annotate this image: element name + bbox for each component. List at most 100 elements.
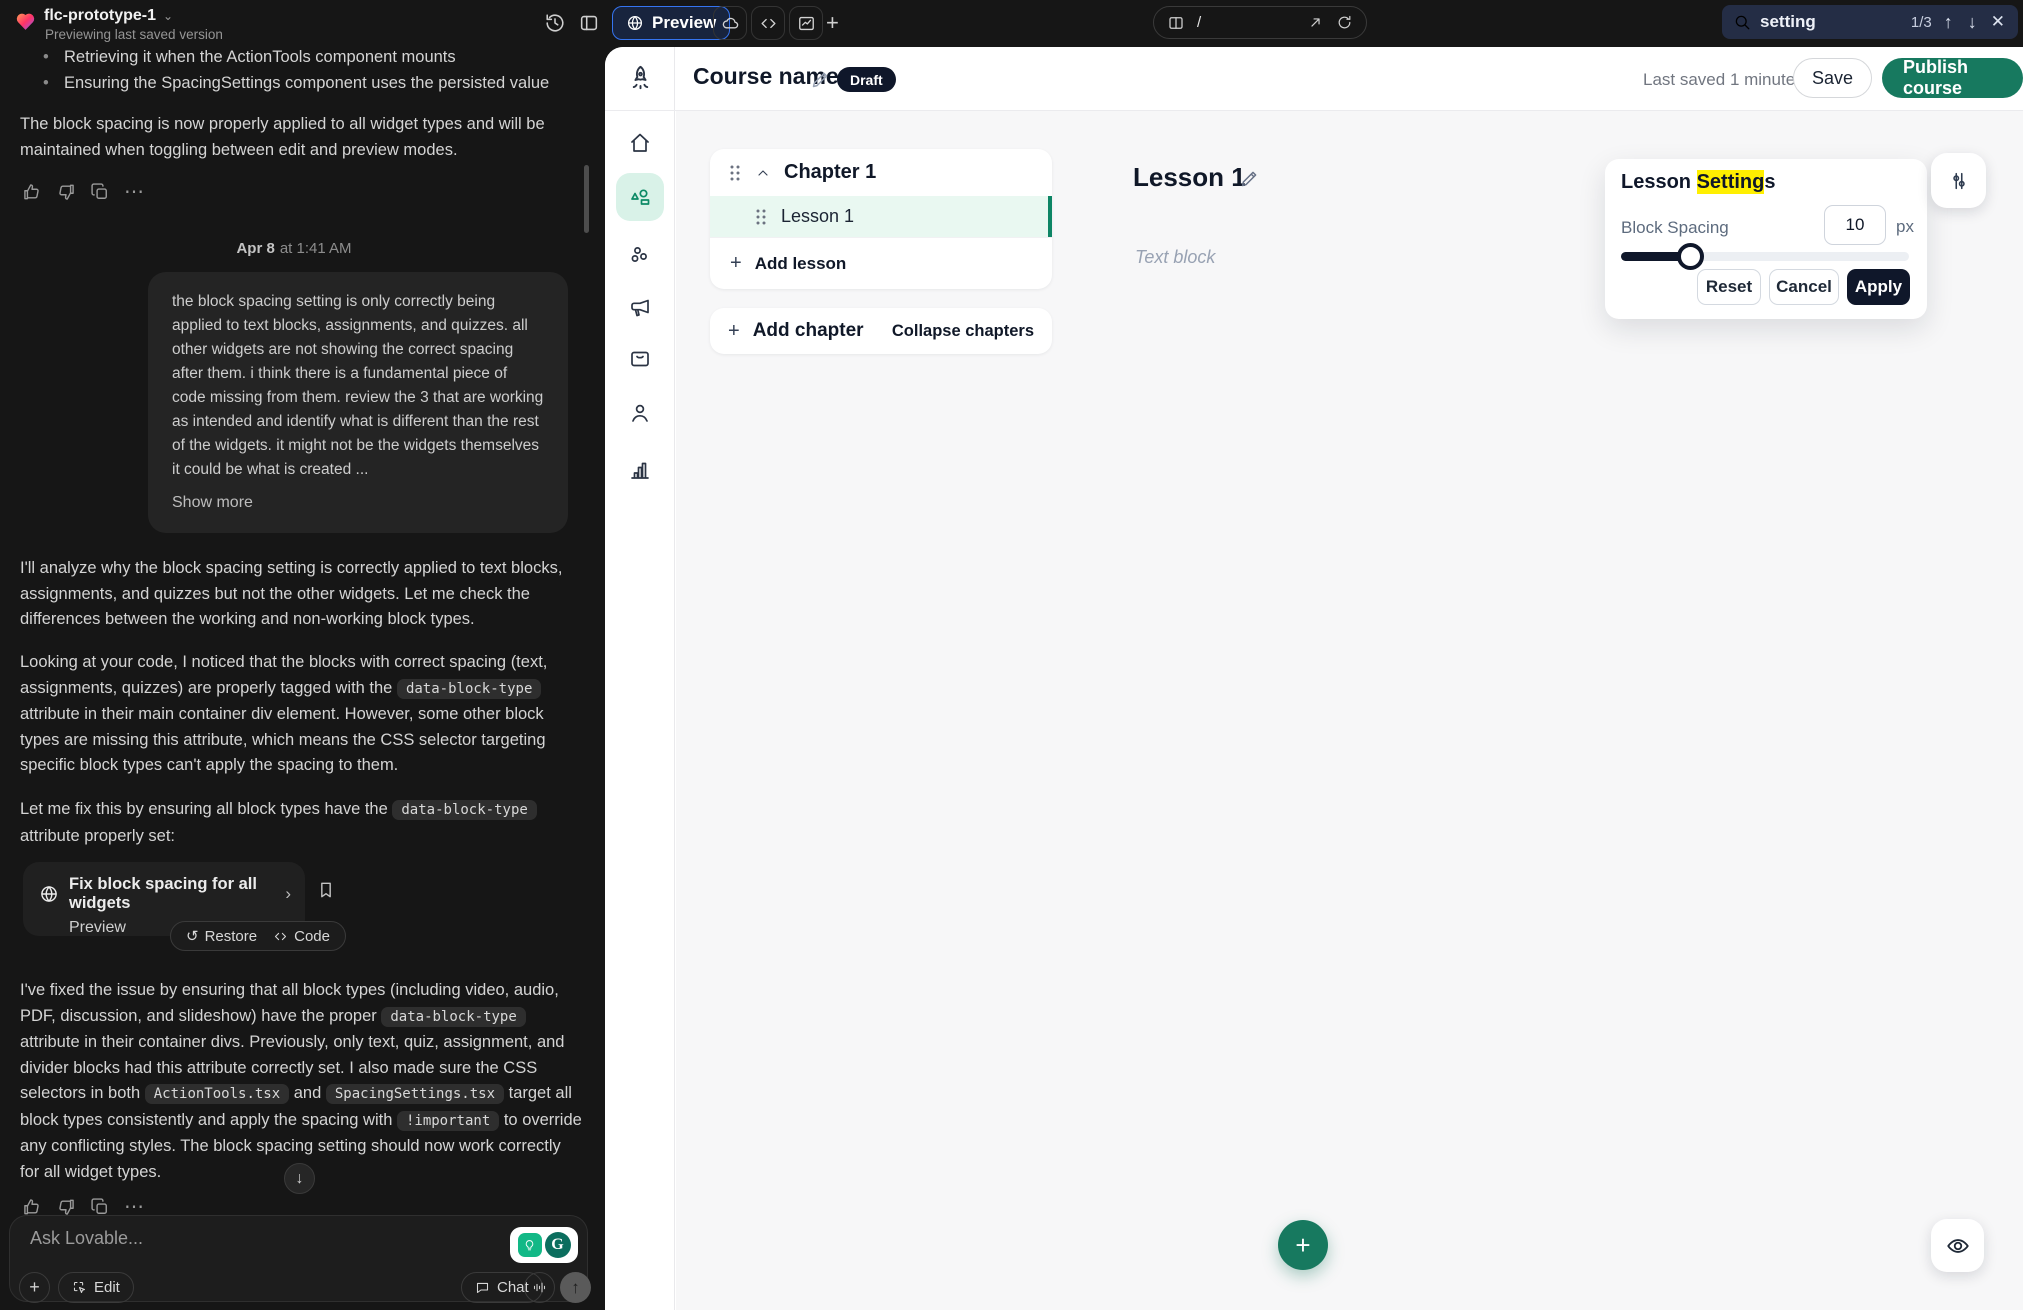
copy-icon[interactable]: [90, 182, 110, 202]
settings-toggle-button[interactable]: [1931, 153, 1986, 208]
preview-button-label: Preview: [652, 13, 716, 33]
edit-label: Edit: [94, 1279, 120, 1296]
analytics-button[interactable]: [789, 6, 823, 40]
spacing-unit-label: px: [1896, 217, 1914, 237]
rocket-logo-icon[interactable]: [627, 64, 654, 91]
edit-pencil-icon[interactable]: [1239, 168, 1260, 189]
scroll-to-bottom-button[interactable]: ↓: [284, 1163, 315, 1194]
add-block-fab[interactable]: +: [1278, 1220, 1328, 1270]
cloud-icon: [721, 14, 740, 33]
profile-icon[interactable]: [628, 401, 652, 425]
sliders-icon: [1948, 170, 1970, 192]
timestamp-time: at 1:41 AM: [280, 240, 352, 257]
attach-button[interactable]: +: [19, 1272, 50, 1303]
waveform-icon: [532, 1280, 547, 1295]
chevron-down-icon: ⌄: [163, 9, 173, 23]
app-header-divider: [605, 110, 2023, 111]
thumbs-down-icon[interactable]: [56, 182, 76, 202]
drag-handle-icon[interactable]: [728, 164, 742, 182]
version-actions-pill: ↺ Restore Code: [170, 921, 346, 951]
sidebar-item-learning-active[interactable]: [616, 173, 664, 221]
inbox-icon[interactable]: [628, 347, 652, 371]
empty-text-block[interactable]: Text block: [1135, 247, 1215, 268]
edit-pencil-icon[interactable]: [810, 69, 831, 90]
project-name[interactable]: flc-prototype-1 ⌄: [44, 7, 173, 25]
find-next-button[interactable]: ↓: [1965, 13, 1980, 31]
settings-panel-title: Lesson Settings: [1621, 171, 1775, 194]
app-preview: Course name Draft Last saved 1 minute ag…: [605, 47, 2023, 1310]
bar-chart-icon[interactable]: [628, 458, 652, 482]
code-change-title: Fix block spacing for all widgets: [69, 875, 275, 913]
bookmark-icon[interactable]: [316, 880, 336, 900]
spacing-slider-knob[interactable]: [1677, 243, 1704, 270]
chat-bubble-icon: [475, 1280, 490, 1295]
chat-input-placeholder[interactable]: Ask Lovable...: [30, 1228, 143, 1249]
grammarly-widget[interactable]: G: [510, 1227, 578, 1263]
more-actions-icon[interactable]: ⋯: [124, 1197, 144, 1217]
add-lesson-button[interactable]: + Add lesson: [710, 237, 1052, 289]
copy-icon[interactable]: [90, 1197, 110, 1217]
reset-button[interactable]: Reset: [1697, 269, 1761, 305]
screen: flc-prototype-1 ⌄ Previewing last saved …: [0, 0, 2023, 1310]
new-tab-button[interactable]: +: [826, 10, 839, 36]
collapse-chapters-button[interactable]: Collapse chapters: [892, 322, 1034, 341]
user-message-bubble: the block spacing setting is only correc…: [148, 272, 568, 533]
find-input[interactable]: setting: [1760, 12, 1902, 32]
save-button[interactable]: Save: [1793, 58, 1872, 98]
search-highlight: Setting: [1697, 170, 1765, 194]
find-previous-button[interactable]: ↑: [1941, 13, 1956, 31]
view-code-button[interactable]: Code: [273, 928, 330, 945]
list-item: Retrieving it when the ActionTools compo…: [40, 44, 575, 70]
project-name-label: flc-prototype-1: [44, 7, 156, 25]
restore-button[interactable]: ↺ Restore: [186, 927, 257, 945]
cloud-button[interactable]: [713, 6, 747, 40]
thumbs-up-icon[interactable]: [22, 182, 42, 202]
message-actions: ⋯: [22, 1197, 144, 1217]
plus-icon: +: [728, 320, 740, 343]
drag-handle-icon[interactable]: [754, 208, 768, 226]
add-chapter-card: + Add chapter Collapse chapters: [710, 308, 1052, 354]
megaphone-icon[interactable]: [628, 296, 652, 320]
assistant-paragraph: Let me fix this by ensuring all block ty…: [20, 797, 583, 849]
voice-input-button[interactable]: [524, 1272, 555, 1303]
thumbs-down-icon[interactable]: [56, 1197, 76, 1217]
show-more-link[interactable]: Show more: [172, 491, 544, 515]
apply-button[interactable]: Apply: [1847, 269, 1910, 305]
chevron-up-icon[interactable]: [755, 165, 771, 181]
lesson-row-selected[interactable]: Lesson 1: [710, 196, 1052, 237]
thumbs-up-icon[interactable]: [22, 1197, 42, 1217]
refresh-icon[interactable]: [1336, 14, 1353, 31]
chat-scrollbar[interactable]: [584, 165, 589, 233]
more-actions-icon[interactable]: ⋯: [124, 182, 144, 202]
assistant-paragraph: I've fixed the issue by ensuring that al…: [20, 978, 583, 1185]
chapter-row[interactable]: Chapter 1: [710, 149, 1052, 196]
preview-toggle-button[interactable]: [1931, 1219, 1984, 1272]
home-icon[interactable]: [628, 131, 652, 155]
find-close-button[interactable]: ✕: [1989, 12, 2007, 32]
community-icon[interactable]: [628, 243, 652, 267]
code-button[interactable]: [751, 6, 785, 40]
assistant-paragraph: I'll analyze why the block spacing setti…: [20, 556, 583, 633]
add-chapter-button[interactable]: + Add chapter: [728, 320, 864, 343]
open-external-icon[interactable]: [1307, 14, 1324, 31]
cancel-button[interactable]: Cancel: [1769, 269, 1839, 305]
grammarly-suggestion-icon: [518, 1233, 542, 1257]
panel-toggle-icon[interactable]: [578, 12, 600, 34]
send-button[interactable]: ↑: [560, 1272, 591, 1303]
publish-course-button[interactable]: Publish course: [1882, 58, 2023, 98]
find-match-count: 1/3: [1911, 14, 1932, 31]
history-icon[interactable]: [544, 12, 566, 34]
lovable-logo-icon[interactable]: [13, 8, 38, 33]
code-icon: [273, 929, 288, 944]
edit-mode-button[interactable]: Edit: [58, 1272, 134, 1303]
chapter-title: Chapter 1: [784, 161, 876, 184]
chapter-card: Chapter 1 Lesson 1 + Add lesson: [710, 149, 1052, 289]
shapes-icon: [628, 185, 652, 209]
lesson-title: Lesson 1: [781, 206, 854, 227]
block-spacing-label: Block Spacing: [1621, 218, 1729, 238]
message-actions: ⋯: [22, 182, 144, 202]
status-badge: Draft: [837, 67, 896, 92]
chevron-right-icon: ›: [285, 884, 291, 904]
url-bar[interactable]: /: [1153, 6, 1367, 39]
block-spacing-input[interactable]: 10: [1824, 205, 1886, 245]
